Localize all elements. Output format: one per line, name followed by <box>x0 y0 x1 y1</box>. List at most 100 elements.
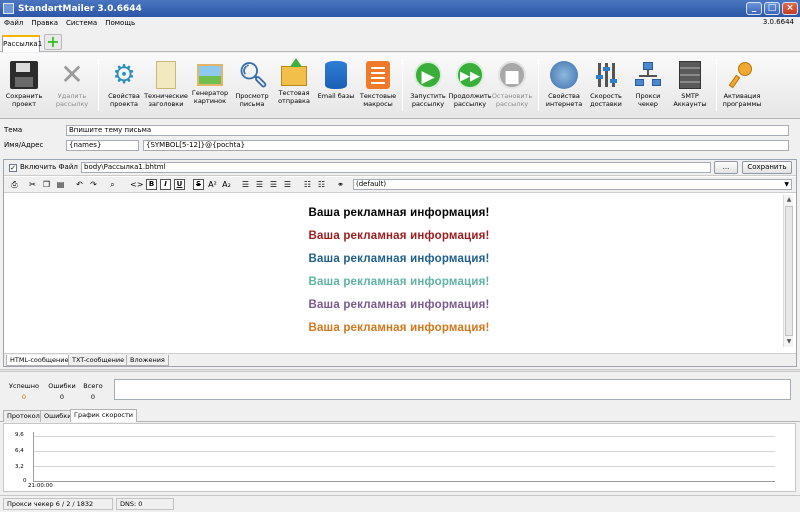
find-icon[interactable]: ⌕ <box>107 179 118 190</box>
delete-x-icon: ✕ <box>60 58 84 91</box>
x-axis <box>33 481 775 482</box>
menu-bar: Файл Правка Система Помощь 3.0.6644 <box>0 17 800 29</box>
source-code-icon[interactable]: <> <box>130 179 143 190</box>
ad-line-1: Ваша рекламная информация! <box>308 207 490 219</box>
main-toolbar: Сохранить проект ✕ Удалить рассылку ⚙ Св… <box>0 53 800 119</box>
sender-address-input[interactable]: {SYMBOL[5-12]}@{pochta} <box>143 140 789 151</box>
bullet-list-icon[interactable]: ☷ <box>302 179 313 190</box>
link-icon[interactable]: ⚭ <box>335 179 346 190</box>
list-icon <box>366 61 390 89</box>
title-bar: StandartMailer 3.0.6644 _ □ × <box>0 0 800 17</box>
splitter[interactable] <box>0 369 800 372</box>
activation-button[interactable]: Активация программы <box>720 55 764 115</box>
magnifier-icon: 🔍︎ <box>238 61 269 89</box>
stop-mailing-button[interactable]: ■ Остановить рассылку <box>490 55 534 115</box>
sender-name-input[interactable]: {names} <box>66 140 139 151</box>
envelope-upload-icon <box>281 58 307 86</box>
menu-file[interactable]: Файл <box>4 19 23 27</box>
subscript-icon[interactable]: A₂ <box>221 179 232 190</box>
paste-icon[interactable]: ▤ <box>55 179 66 190</box>
total-count: 0 <box>90 393 96 401</box>
align-justify-icon[interactable]: ☰ <box>282 179 293 190</box>
menu-help[interactable]: Помощь <box>105 19 135 27</box>
subject-label: Тема <box>4 126 23 134</box>
dns-status: DNS: 0 <box>116 498 174 510</box>
scroll-up-icon[interactable]: ▲ <box>784 195 794 205</box>
smtp-accounts-button[interactable]: SMTP Аккаунты <box>668 55 712 115</box>
test-send-button[interactable]: Тестовая отправка <box>272 55 316 115</box>
scroll-down-icon[interactable]: ▼ <box>784 337 794 347</box>
undo-icon[interactable]: ↶ <box>74 179 85 190</box>
version-label: 3.0.6644 <box>762 18 794 26</box>
internet-properties-button[interactable]: Свойства интернета <box>542 55 586 115</box>
tab-attachments[interactable]: Вложения <box>126 355 169 366</box>
database-icon <box>325 61 347 89</box>
maximize-button[interactable]: □ <box>764 2 780 15</box>
strikethrough-icon[interactable]: S <box>193 179 204 190</box>
text-macros-button[interactable]: Текстовые макросы <box>356 55 400 115</box>
app-icon <box>3 3 14 14</box>
save-file-button[interactable]: Сохранить <box>742 161 792 174</box>
bold-icon[interactable]: B <box>146 179 157 190</box>
success-count: 0 <box>21 393 27 401</box>
email-bases-button[interactable]: Email базы <box>314 55 358 115</box>
image-generator-button[interactable]: Генератор картинок <box>188 55 232 115</box>
close-button[interactable]: × <box>782 2 798 15</box>
subject-input[interactable]: Впишите тему письма <box>66 125 789 136</box>
gears-icon: ⚙ <box>112 60 136 90</box>
menu-system[interactable]: Система <box>66 19 97 27</box>
copy-icon[interactable]: ❐ <box>41 179 52 190</box>
cut-icon[interactable]: ✂ <box>27 179 38 190</box>
include-file-checkbox[interactable]: ✓ <box>9 164 17 172</box>
file-path-input[interactable]: body\Рассылка1.bhtml <box>81 162 711 173</box>
italic-icon[interactable]: I <box>160 179 171 190</box>
superscript-icon[interactable]: A² <box>207 179 218 190</box>
start-mailing-button[interactable]: ▶ Запустить рассылку <box>406 55 450 115</box>
tech-headers-button[interactable]: Технические заголовки <box>144 55 188 115</box>
redo-icon[interactable]: ↷ <box>88 179 99 190</box>
gridline <box>33 436 775 437</box>
tab-html-message[interactable]: HTML-сообщение <box>6 355 73 366</box>
scroll-thumb[interactable] <box>785 206 793 336</box>
sliders-icon <box>592 61 620 89</box>
y-tick-label: 3,2 <box>15 464 24 470</box>
proxy-status: Прокси чекер 6 / 2 / 1832 <box>3 498 113 510</box>
y-tick-label: 9,6 <box>15 432 24 438</box>
delivery-speed-button[interactable]: Скорость доставки <box>584 55 628 115</box>
continue-mailing-button[interactable]: ▶▶ Продолжить рассылку <box>448 55 492 115</box>
browse-button[interactable]: ... <box>714 161 738 174</box>
include-file-label: Включить Файл : <box>20 163 83 171</box>
proxy-checker-button[interactable]: Прокси чекер <box>626 55 670 115</box>
ad-line-2: Ваша рекламная информация! <box>308 230 490 242</box>
tab-speed-graph[interactable]: График скорости <box>70 409 138 422</box>
status-message-box <box>114 379 791 400</box>
save-project-button[interactable]: Сохранить проект <box>2 55 46 115</box>
y-tick-label: 0 <box>23 478 27 484</box>
project-properties-button[interactable]: ⚙ Свойства проекта <box>102 55 146 115</box>
add-tab-button[interactable]: + <box>44 34 62 50</box>
preview-button[interactable]: 🔍︎ Просмотр письма <box>230 55 274 115</box>
font-select[interactable]: (default) ▼ <box>353 179 792 190</box>
key-icon <box>728 61 756 89</box>
minimize-button[interactable]: _ <box>746 2 762 15</box>
numbered-list-icon[interactable]: ☷ <box>316 179 327 190</box>
stat-success: Успешно 0 <box>4 381 44 403</box>
align-right-icon[interactable]: ☰ <box>268 179 279 190</box>
delete-mailing-button[interactable]: ✕ Удалить рассылку <box>50 55 94 115</box>
log-tabs: Протокол Ошибки График скорости <box>0 409 800 422</box>
html-content-area[interactable]: Ваша рекламная информация! Ваша рекламна… <box>5 195 783 347</box>
editor-scrollbar[interactable]: ▲ ▼ <box>783 195 793 347</box>
underline-icon[interactable]: U <box>174 179 185 190</box>
menu-edit[interactable]: Правка <box>31 19 58 27</box>
tab-protocol[interactable]: Протокол <box>3 410 44 422</box>
print-icon[interactable]: ⎙ <box>9 179 20 190</box>
ad-line-5: Ваша рекламная информация! <box>308 299 490 311</box>
tab-txt-message[interactable]: TXT-сообщение <box>68 355 129 366</box>
network-icon <box>634 61 662 89</box>
tab-mailing1[interactable]: Рассылка1 <box>2 35 42 52</box>
speed-graph: 9,6 6,4 3,2 0 21:00:00 <box>3 423 796 492</box>
align-left-icon[interactable]: ☰ <box>240 179 251 190</box>
chevron-down-icon[interactable]: ▼ <box>784 180 789 189</box>
align-center-icon[interactable]: ☰ <box>254 179 265 190</box>
status-bar: Прокси чекер 6 / 2 / 1832 DNS: 0 <box>0 495 800 512</box>
